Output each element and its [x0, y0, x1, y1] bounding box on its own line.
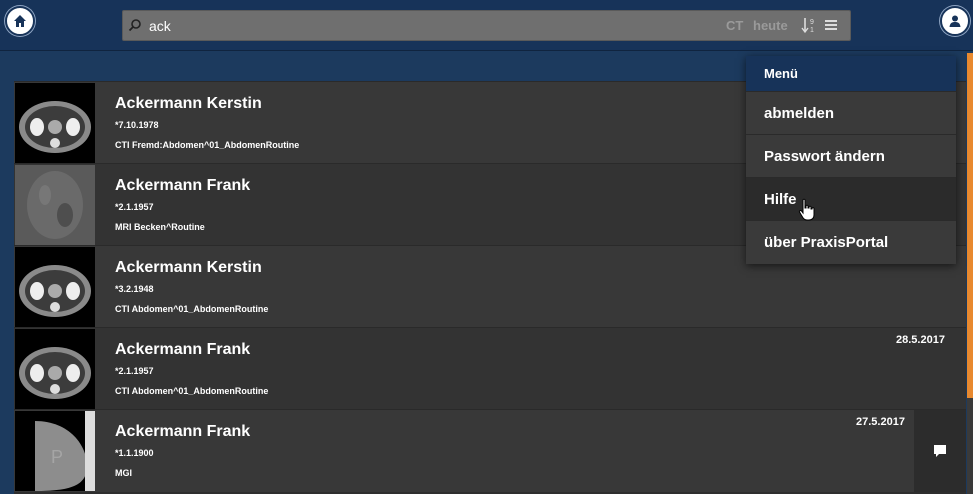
sort-icon[interactable]: 9 1: [800, 16, 818, 34]
comment-icon: [934, 445, 946, 457]
menu-icon[interactable]: [824, 18, 838, 32]
ct-thumbnail: [15, 247, 95, 327]
search-bar: CT heute 9 1: [122, 10, 851, 41]
mg-thumbnail: P: [15, 411, 95, 491]
hand-cursor-icon: [798, 198, 815, 221]
menu-item-logout[interactable]: abmelden: [746, 91, 956, 134]
patient-dob: *2.1.1957: [115, 202, 154, 212]
scrollbar-thumb[interactable]: [967, 53, 973, 398]
filter-today[interactable]: heute: [753, 18, 788, 33]
ct-thumbnail: [15, 83, 95, 163]
patient-dob: *2.1.1957: [115, 366, 154, 376]
patient-row[interactable]: Ackermann Frank *2.1.1957 CTI Abdomen^01…: [14, 327, 966, 410]
study-description: CTI Abdomen^01_AbdomenRoutine: [115, 386, 269, 396]
svg-text:1: 1: [810, 27, 814, 34]
menu-item-change-password[interactable]: Passwort ändern: [746, 134, 956, 177]
menu-item-help[interactable]: Hilfe: [746, 177, 956, 220]
patient-dob: *7.10.1978: [115, 120, 159, 130]
svg-text:9: 9: [810, 19, 814, 26]
menu-item-about[interactable]: über PraxisPortal: [746, 220, 956, 263]
patient-name: Ackermann Kerstin: [115, 259, 262, 276]
study-description: CTI Fremd:Abdomen^01_AbdomenRoutine: [115, 140, 300, 150]
mri-thumbnail: [15, 165, 95, 245]
patient-name: Ackermann Kerstin: [115, 95, 262, 112]
study-description: MGI: [115, 468, 132, 478]
patient-name: Ackermann Frank: [115, 423, 251, 440]
user-menu: Menü abmelden Passwort ändern Hilfe über…: [746, 56, 956, 264]
study-date: 27.5.2017: [856, 416, 905, 428]
home-button[interactable]: [5, 6, 35, 36]
patient-dob: *3.2.1948: [115, 284, 154, 294]
user-icon: [949, 15, 961, 27]
patient-row[interactable]: P Ackermann Frank *1.1.1900 MGI 27.5.201…: [14, 409, 966, 492]
svg-text:P: P: [51, 447, 63, 467]
search-icon: [128, 19, 141, 32]
menu-header: Menü: [746, 56, 956, 91]
user-button[interactable]: [940, 6, 970, 36]
ct-thumbnail: [15, 329, 95, 409]
top-bar: CT heute 9 1: [0, 0, 973, 51]
study-description: MRI Becken^Routine: [115, 222, 205, 232]
study-description: CTI Abdomen^01_AbdomenRoutine: [115, 304, 269, 314]
patient-dob: *1.1.1900: [115, 448, 154, 458]
patient-name: Ackermann Frank: [115, 177, 251, 194]
scrollbar[interactable]: [967, 53, 973, 494]
home-icon: [14, 15, 26, 27]
patient-name: Ackermann Frank: [115, 341, 251, 358]
filter-ct[interactable]: CT: [726, 18, 743, 33]
search-input[interactable]: [147, 15, 711, 37]
study-date: 28.5.2017: [896, 334, 945, 346]
comment-button[interactable]: [914, 410, 966, 492]
